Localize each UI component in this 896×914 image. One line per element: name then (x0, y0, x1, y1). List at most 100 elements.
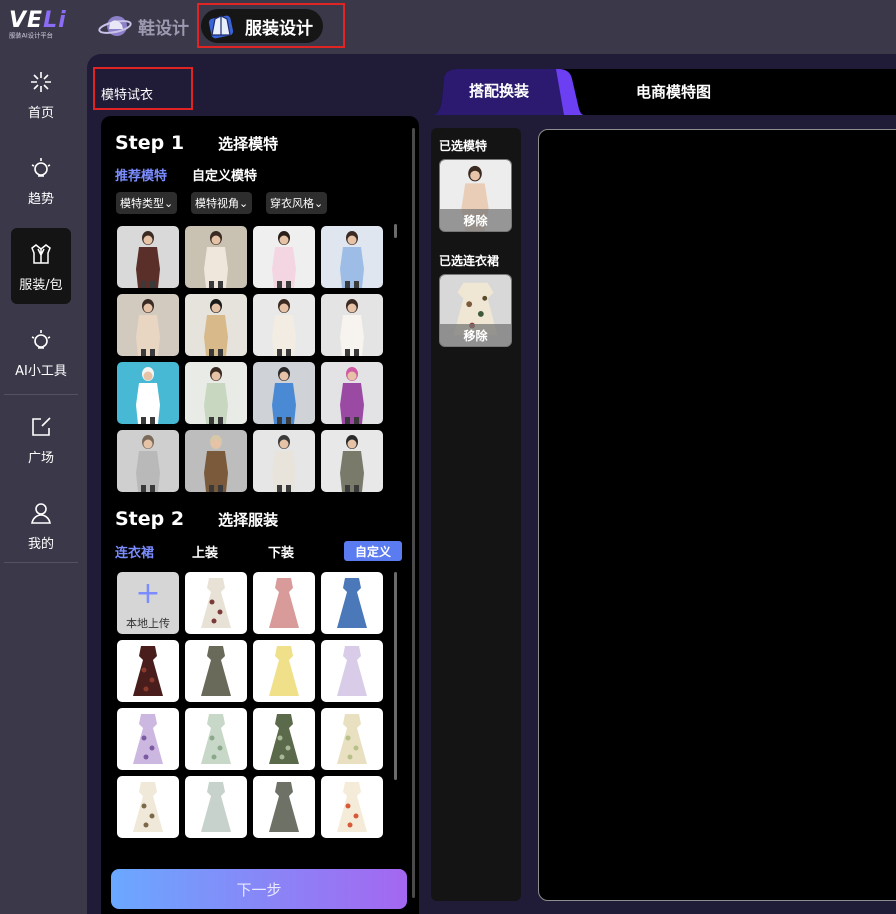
nav-tab-shoe-design[interactable]: 鞋设计 (98, 9, 189, 43)
step-number: Step 1 (115, 132, 185, 154)
model-grid-scrollbar[interactable] (394, 224, 397, 238)
nav-tab-clothing-design[interactable]: 服装设计 (201, 9, 323, 43)
tab-ecommerce-model[interactable]: 电商模特图 (636, 81, 711, 102)
dress-thumbnail[interactable] (321, 572, 383, 634)
model-thumbnail[interactable] (253, 226, 315, 288)
sidebar-divider (4, 394, 78, 395)
model-thumbnail[interactable] (253, 294, 315, 356)
dress-thumbnail[interactable] (321, 708, 383, 770)
model-thumbnail[interactable] (117, 226, 179, 288)
remove-model-button[interactable]: 移除 (440, 209, 511, 231)
model-thumbnail[interactable] (321, 226, 383, 288)
remove-dress-button[interactable]: 移除 (440, 324, 511, 346)
plus-icon: + (135, 576, 161, 611)
tab-bottoms[interactable]: 下装 (268, 542, 294, 561)
suit-icon (27, 240, 55, 268)
dress-thumbnail[interactable] (117, 640, 179, 702)
next-step-button[interactable]: 下一步 (111, 869, 407, 909)
chevron-down-icon: ⌄ (164, 196, 174, 210)
step-title: 选择模特 (218, 134, 279, 153)
step-title: 选择服装 (218, 510, 279, 529)
edit-icon (27, 413, 55, 441)
dress-grid-scrollbar[interactable] (394, 572, 397, 780)
dress-thumbnail[interactable] (185, 640, 247, 702)
sparkle-icon (27, 68, 55, 96)
sidebar-item-home[interactable]: 首页 (11, 56, 71, 132)
step2-header: Step 2 选择服装 (115, 508, 278, 530)
dress-thumbnail[interactable] (253, 708, 315, 770)
sidebar-item-label: AI小工具 (15, 364, 67, 379)
model-thumbnail[interactable] (185, 226, 247, 288)
upload-label: 本地上传 (126, 617, 170, 630)
model-thumbnail[interactable] (321, 430, 383, 492)
sidebar-item-label: 首页 (27, 106, 54, 121)
shoe-planet-icon (98, 11, 132, 41)
sidebar-divider (4, 562, 78, 563)
model-thumbnail[interactable] (185, 362, 247, 424)
sidebar-item-ai-tools[interactable]: AI小工具 (11, 314, 71, 390)
step-number: Step 2 (115, 508, 185, 530)
sidebar: 首页 趋势 服装/包 AI小工具 广场 我的 (0, 54, 82, 914)
dress-thumbnail[interactable] (253, 776, 315, 838)
sidebar-item-clothing-bag[interactable]: 服装/包 (11, 228, 71, 304)
nav-tab-label: 服装设计 (245, 18, 313, 39)
dress-thumbnail[interactable] (185, 776, 247, 838)
tab-outfit-swap[interactable]: 搭配换装 (469, 80, 529, 101)
tab-dresses[interactable]: 连衣裙 (115, 542, 154, 561)
filter-model-view[interactable]: 模特视角 ⌄ (191, 192, 253, 214)
dress-thumbnail[interactable] (117, 708, 179, 770)
preview-canvas (538, 129, 896, 901)
dress-thumbnail[interactable] (321, 776, 383, 838)
model-thumbnail[interactable] (253, 362, 315, 424)
model-thumbnail[interactable] (117, 430, 179, 492)
custom-button[interactable]: 自定义 (344, 541, 402, 561)
nav-tab-label: 鞋设计 (138, 18, 189, 39)
tab-tops[interactable]: 上装 (192, 542, 218, 561)
model-thumbnail[interactable] (185, 294, 247, 356)
filter-label: 模特视角 (195, 197, 239, 210)
dress-thumbnail[interactable] (253, 640, 315, 702)
step1-header: Step 1 选择模特 (115, 132, 278, 154)
selected-dress-card: 移除 (439, 274, 512, 347)
user-icon (27, 499, 55, 527)
filter-label: 模特类型 (120, 197, 164, 210)
dress-grid: + 本地上传 (117, 572, 383, 838)
model-thumbnail[interactable] (321, 294, 383, 356)
chevron-down-icon: ⌄ (239, 196, 249, 210)
chevron-down-icon: ⌄ (314, 196, 324, 210)
dress-thumbnail[interactable] (185, 572, 247, 634)
model-thumbnail[interactable] (321, 362, 383, 424)
model-thumbnail[interactable] (117, 294, 179, 356)
sidebar-item-mine[interactable]: 我的 (11, 487, 71, 563)
logo-text: VELi (9, 8, 67, 33)
dress-thumbnail[interactable] (185, 708, 247, 770)
model-thumbnail[interactable] (253, 430, 315, 492)
tab-custom-models[interactable]: 自定义模特 (192, 165, 257, 184)
dress-thumbnail[interactable] (253, 572, 315, 634)
filter-wear-style[interactable]: 穿衣风格 ⌄ (266, 192, 328, 214)
logo-subtitle: 服装AI设计平台 (9, 32, 53, 40)
model-grid (117, 226, 383, 492)
filter-label: 穿衣风格 (270, 197, 314, 210)
model-thumbnail[interactable] (185, 430, 247, 492)
dress-thumbnail[interactable] (117, 776, 179, 838)
sidebar-item-square[interactable]: 广场 (11, 401, 71, 477)
top-bar: VELi 服装AI设计平台 鞋设计 服装设计 (0, 0, 896, 54)
selected-model-card: 移除 (439, 159, 512, 232)
logo[interactable]: VELi 服装AI设计平台 (9, 10, 73, 42)
model-thumbnail[interactable] (117, 362, 179, 424)
filter-model-type[interactable]: 模特类型 ⌄ (116, 192, 178, 214)
sidebar-item-label: 服装/包 (19, 278, 63, 293)
sidebar-item-label: 广场 (27, 451, 54, 466)
dress-thumbnail[interactable] (321, 640, 383, 702)
tab-recommended-models[interactable]: 推荐模特 (115, 165, 167, 184)
page-title: 模特试衣 (101, 88, 154, 103)
sidebar-item-trend[interactable]: 趋势 (11, 142, 71, 218)
panel-scrollbar[interactable] (412, 128, 415, 898)
selected-model-label: 已选模特 (439, 139, 488, 153)
local-upload-button[interactable]: + 本地上传 (117, 572, 179, 634)
jacket-icon (205, 11, 239, 41)
sidebar-item-label: 趋势 (27, 192, 54, 207)
selected-dress-label: 已选连衣裙 (439, 254, 500, 268)
bulb-icon (27, 154, 55, 182)
